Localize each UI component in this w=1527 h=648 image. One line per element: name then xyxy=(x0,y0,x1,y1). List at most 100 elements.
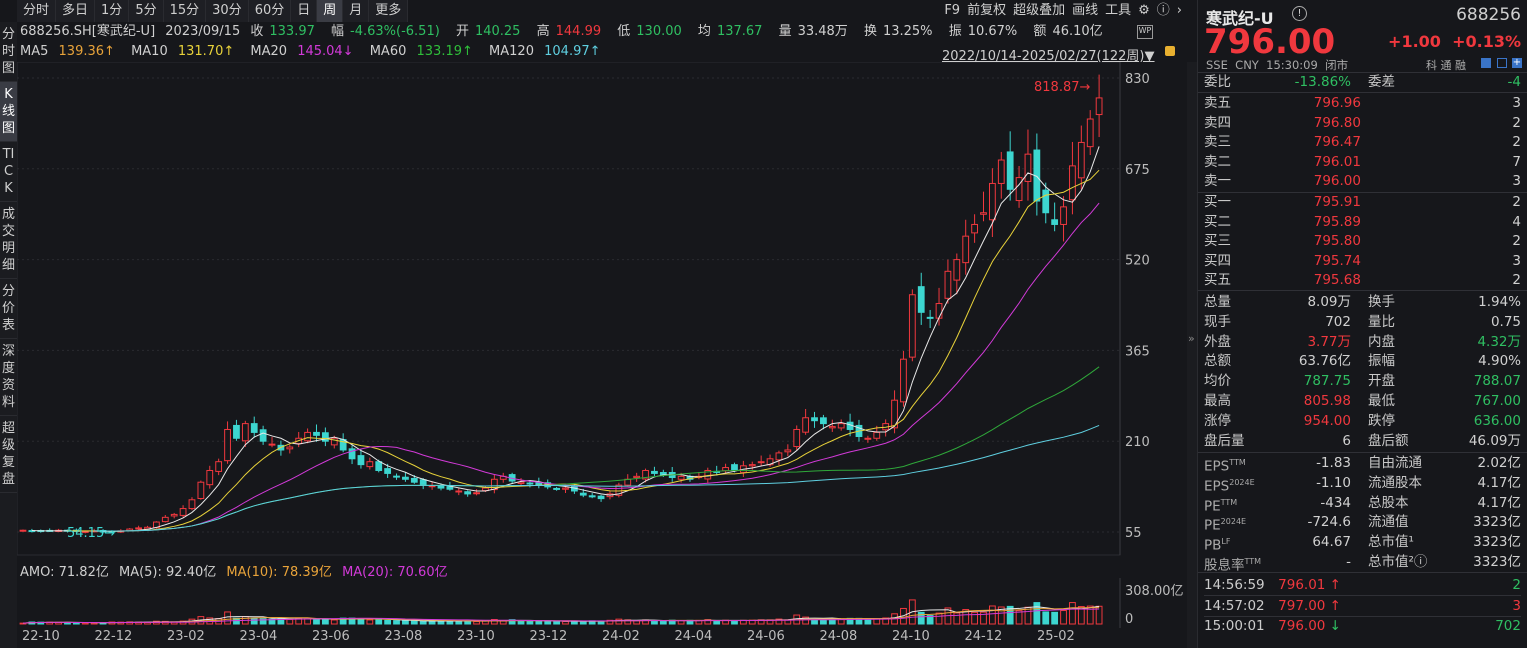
period-tab-6[interactable]: 60分 xyxy=(249,0,292,22)
candle xyxy=(224,421,231,464)
candle xyxy=(553,486,560,491)
bell-icon[interactable] xyxy=(1497,58,1507,68)
volume-bar xyxy=(988,605,996,625)
level-label: 买五 xyxy=(1204,272,1231,289)
candle-info-line: 688256.SH[寒武纪-U] 2023/09/15 收 133.97 幅 -4.… xyxy=(20,23,1115,41)
fundamental-row: PBLF 64.67 总市值¹ 3323亿 xyxy=(1204,534,1521,554)
ma60-label: MA60 133.19↑ xyxy=(369,44,473,59)
candle xyxy=(339,433,347,453)
volume-bar xyxy=(402,620,409,625)
volume-bar xyxy=(446,620,454,625)
candle xyxy=(1095,74,1103,138)
candle xyxy=(268,436,276,448)
edit-icon[interactable] xyxy=(1481,58,1491,68)
candle xyxy=(1051,202,1059,232)
orderbook-row: 卖二 796.01 7 xyxy=(1204,152,1521,172)
vol-axis-max: 308.00亿 xyxy=(1125,584,1184,599)
view-tab-2[interactable]: TICK xyxy=(0,142,17,202)
wp-icon[interactable]: WP xyxy=(1137,25,1153,39)
candle xyxy=(233,419,240,441)
level-qty: 2 xyxy=(1512,134,1521,151)
stat-row: 外盘 3.77万 内盘 4.32万 xyxy=(1204,333,1521,350)
candle xyxy=(962,219,970,275)
period-tab-1[interactable]: 多日 xyxy=(56,0,96,22)
tool-button-4[interactable]: 工具 xyxy=(1105,0,1131,22)
lock-icon[interactable] xyxy=(1165,46,1175,56)
ma5-line xyxy=(31,146,1100,532)
level-qty: 3 xyxy=(1512,95,1521,111)
period-tab-9[interactable]: 月 xyxy=(343,0,370,22)
candle xyxy=(161,515,169,523)
candle xyxy=(304,428,311,444)
period-tab-5[interactable]: 30分 xyxy=(206,0,249,22)
volume-bar xyxy=(917,611,925,625)
tick-row: 15:00:01 796.00 ↓ 702 xyxy=(1204,618,1521,634)
volume-bar xyxy=(393,620,400,625)
period-tab-2[interactable]: 1分 xyxy=(95,0,130,22)
level-price: 796.96 xyxy=(1313,95,1361,111)
price-pct: +0.13% xyxy=(1452,32,1521,51)
candle xyxy=(828,419,836,432)
level-qty: 2 xyxy=(1512,114,1521,131)
add-icon[interactable]: + xyxy=(1512,58,1522,68)
level-label: 买四 xyxy=(1204,252,1231,269)
candle xyxy=(908,289,916,362)
candle xyxy=(197,480,205,500)
candle xyxy=(864,435,872,443)
tool-button-1[interactable]: 前复权 xyxy=(967,0,1006,22)
candle xyxy=(348,445,356,465)
period-tab-8[interactable]: 周 xyxy=(317,0,344,22)
weibi-row: 委比 -13.86% 委差 -4 xyxy=(1204,74,1521,90)
view-tab-4[interactable]: 分价表 xyxy=(0,279,17,339)
level-label: 卖三 xyxy=(1204,134,1231,151)
gear-icon[interactable]: ⚙ xyxy=(1138,0,1150,22)
chevron-right-icon[interactable]: › xyxy=(1177,0,1182,22)
view-tab-3[interactable]: 成交明细 xyxy=(0,202,17,279)
period-tab-7[interactable]: 日 xyxy=(291,0,318,22)
x-tick-label: 23-10 xyxy=(457,629,495,644)
view-tab-1[interactable]: K线图 xyxy=(0,82,17,142)
candle xyxy=(321,427,329,447)
volume-chart[interactable]: 308.00亿 0 xyxy=(17,578,1187,628)
view-tab-0[interactable]: 分时图 xyxy=(0,22,17,82)
volume-bar xyxy=(544,620,552,625)
candle xyxy=(1077,125,1085,190)
tool-button-2[interactable]: 超级叠加 xyxy=(1013,0,1065,22)
period-tab-0[interactable]: 分时 xyxy=(17,0,57,22)
candle xyxy=(1006,131,1014,201)
amp-value: 10.67% xyxy=(967,24,1018,39)
fundamental-row: PE2024E -724.6 流通值 3323亿 xyxy=(1204,514,1521,534)
candle xyxy=(1069,141,1076,215)
volume-bar xyxy=(651,620,658,625)
level-price: 796.80 xyxy=(1313,114,1361,131)
fundamental-row: PETTM -434 总股本 4.17亿 xyxy=(1204,494,1521,515)
turn-label: 换 xyxy=(863,24,877,39)
volume-bar xyxy=(321,618,329,625)
view-tab-5[interactable]: 深度资料 xyxy=(0,339,17,416)
candle xyxy=(775,450,783,466)
level-label: 卖一 xyxy=(1204,173,1231,190)
stat-row: 总量 8.09万 换手 1.94% xyxy=(1204,294,1521,310)
info-icon[interactable]: ! xyxy=(1292,6,1307,21)
period-tab-10[interactable]: 更多 xyxy=(369,0,409,22)
x-tick-label: 23-06 xyxy=(312,629,350,644)
x-axis: 22-10 22-12 23-02 23-04 23-06 23-08 23-10 23-12… xyxy=(17,629,1120,648)
view-tab-6[interactable]: 超级复盘 xyxy=(0,416,17,493)
fundamental-row: 股息率TTM - 总市值²ⓘ 3323亿 xyxy=(1204,554,1521,574)
period-tab-4[interactable]: 15分 xyxy=(164,0,207,22)
tool-button-0[interactable]: F9 xyxy=(944,0,960,22)
period-tab-3[interactable]: 5分 xyxy=(129,0,164,22)
tool-button-3[interactable]: 画线 xyxy=(1072,0,1098,22)
candle xyxy=(588,493,596,499)
high-label: 高 xyxy=(536,24,550,39)
level-label: 卖四 xyxy=(1204,114,1231,131)
candlestick-chart[interactable]: 830 675 520 365 210 55 818.87→ 54.15→ xyxy=(17,62,1187,557)
volume-bar xyxy=(410,620,418,625)
panel-collapse-handle[interactable]: » xyxy=(1187,62,1197,648)
help-icon[interactable]: ⓘ xyxy=(1157,0,1170,22)
volume-bar xyxy=(250,617,258,625)
candle xyxy=(1086,110,1094,156)
level-qty: 2 xyxy=(1512,233,1521,250)
avg-label: 均 xyxy=(697,24,711,39)
volume-bar xyxy=(224,611,231,625)
